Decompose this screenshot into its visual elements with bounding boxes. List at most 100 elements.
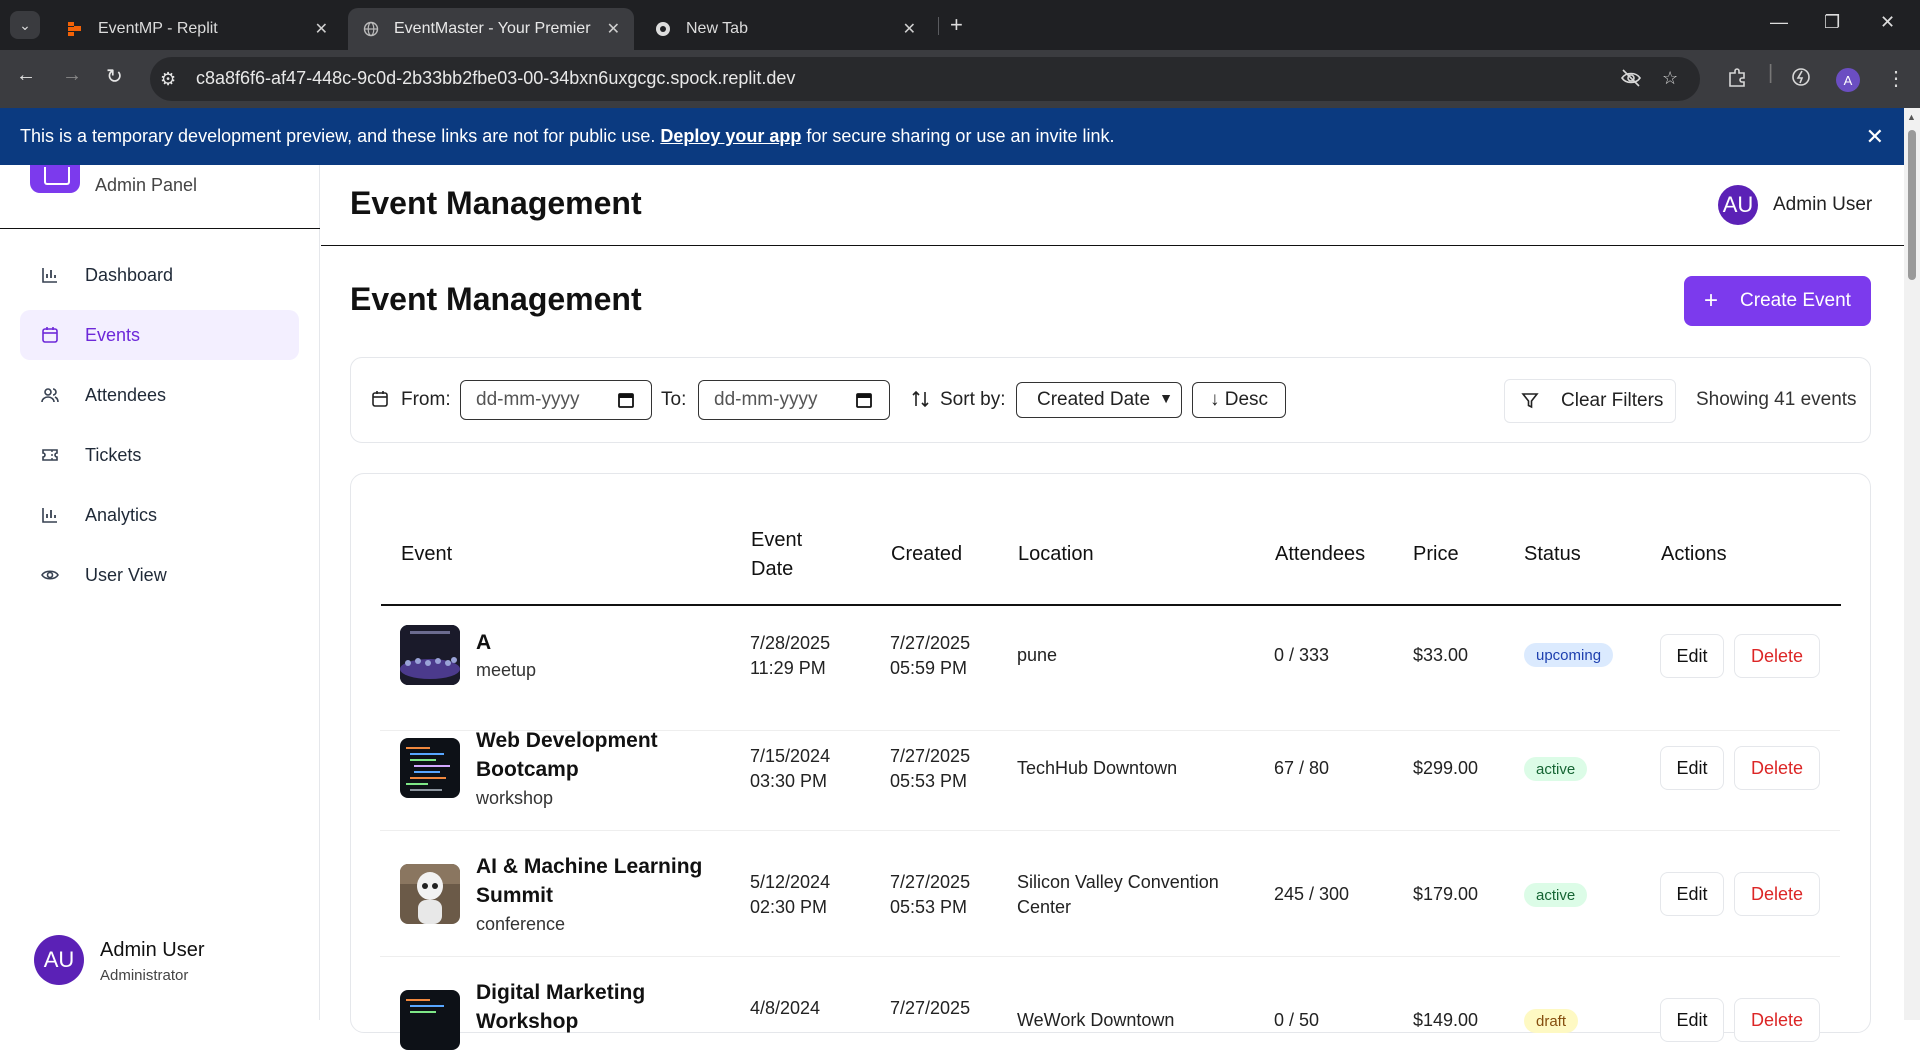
event-location: pune	[1017, 645, 1058, 665]
created-date-day: 7/27/2025	[890, 633, 971, 653]
scroll-thumb[interactable]	[1908, 130, 1916, 280]
event-attendees: 67 / 80	[1274, 758, 1330, 778]
clear-filters-button[interactable]: Clear Filters	[1504, 379, 1676, 423]
event-name[interactable]: Web Development Bootcamp	[476, 726, 716, 784]
close-banner-icon[interactable]: ✕	[1866, 124, 1884, 150]
sidebar-item-analytics[interactable]: Analytics	[20, 490, 299, 540]
chrome-icon	[654, 20, 672, 38]
sidebar-item-label: User View	[85, 564, 167, 585]
event-attendees: 245 / 300	[1274, 884, 1350, 904]
create-event-label: Create Event	[1740, 290, 1851, 311]
eye-off-icon[interactable]	[1620, 68, 1642, 93]
edit-button[interactable]: Edit	[1660, 872, 1724, 916]
sidebar-item-label: Attendees	[85, 384, 167, 405]
close-tab-icon[interactable]: ✕	[903, 19, 916, 39]
browser-menu-icon[interactable]: ⋮	[1886, 66, 1906, 91]
column-header-price: Price	[1413, 543, 1459, 565]
created-date-time: 05:59 PM	[890, 658, 968, 678]
globe-icon	[362, 20, 380, 38]
bookmark-star-icon[interactable]: ☆	[1662, 68, 1678, 89]
sidebar-subtitle: Admin Panel	[95, 175, 198, 195]
delete-button[interactable]: Delete	[1734, 746, 1820, 790]
event-name-line: AI & Machine Learning	[476, 855, 703, 878]
event-date: 5/12/2024 02:30 PM	[750, 870, 830, 920]
close-tab-icon[interactable]: ✕	[607, 19, 620, 39]
sidebar-item-events[interactable]: Events	[20, 310, 299, 360]
from-date-placeholder: dd-mm-yyyy	[476, 389, 580, 410]
calendar-picker-icon[interactable]	[855, 391, 873, 415]
column-header-actions: Actions	[1661, 543, 1727, 565]
calendar-picker-icon[interactable]	[617, 391, 635, 415]
event-attendees: 0 / 50	[1274, 1010, 1320, 1030]
delete-button[interactable]: Delete	[1734, 872, 1820, 916]
reload-icon[interactable]: ↻	[106, 64, 123, 89]
event-name[interactable]: Digital Marketing Workshop	[476, 978, 716, 1036]
header-user-name: Admin User	[1773, 194, 1873, 215]
status-badge: upcoming	[1524, 643, 1614, 667]
scroll-up-icon[interactable]: ▲	[1907, 112, 1916, 122]
window-close-icon[interactable]: ✕	[1880, 12, 1895, 33]
restore-icon[interactable]: ❐	[1824, 12, 1840, 33]
page-title: Event Management	[350, 185, 642, 221]
site-info-icon[interactable]: ⚙	[160, 69, 176, 90]
forward-icon[interactable]: →	[62, 64, 82, 87]
edit-button[interactable]: Edit	[1660, 634, 1724, 678]
event-date-day: 7/15/2024	[750, 746, 831, 766]
event-location-line: Silicon Valley Convention	[1017, 872, 1219, 892]
sidebar-divider	[0, 228, 320, 229]
sidebar-item-dashboard[interactable]: Dashboard	[20, 250, 299, 300]
avatar: AU	[34, 935, 84, 985]
sidebar-item-user-view[interactable]: User View	[20, 550, 299, 600]
events-count: Showing 41 events	[1696, 389, 1857, 410]
banner-text-after: for secure sharing or use an invite link…	[806, 126, 1115, 146]
sidebar-item-tickets[interactable]: Tickets	[20, 430, 299, 480]
edit-button[interactable]: Edit	[1660, 746, 1724, 790]
dev-preview-banner: This is a temporary development preview,…	[0, 108, 1904, 165]
url-text[interactable]: c8a8f6f6-af47-448c-9c0d-2b33bb2fbe03-00-…	[196, 68, 795, 89]
event-price: $179.00	[1413, 884, 1479, 904]
tab-title: EventMaster - Your Premier Eve	[394, 20, 595, 37]
close-tab-icon[interactable]: ✕	[315, 19, 328, 39]
from-date-input[interactable]: dd-mm-yyyy	[460, 380, 652, 420]
replit-favicon-icon	[66, 20, 84, 38]
section-title: Event Management	[350, 281, 642, 317]
header-user[interactable]: AU Admin User	[1718, 185, 1872, 225]
event-date-day: 5/12/2024	[750, 872, 831, 892]
event-category: conference	[476, 914, 566, 934]
tab-search-icon[interactable]: ⌄	[10, 11, 40, 39]
delete-button[interactable]: Delete	[1734, 634, 1820, 678]
browser-tab-newtab[interactable]: New Tab ✕	[640, 8, 930, 50]
event-name[interactable]: A	[476, 628, 716, 657]
extensions-icon[interactable]	[1726, 66, 1748, 94]
browser-tab-replit[interactable]: EventMP - Replit ✕	[52, 8, 342, 50]
column-header-text: Event	[751, 529, 803, 551]
event-name[interactable]: AI & Machine Learning Summit	[476, 852, 716, 910]
sidebar-item-label: Tickets	[85, 444, 142, 465]
created-date-day: 7/27/2025	[890, 746, 971, 766]
page-scrollbar[interactable]: ▲	[1904, 108, 1920, 1020]
new-tab-icon[interactable]: +	[950, 12, 963, 38]
plus-icon: +	[1704, 287, 1719, 314]
edit-button[interactable]: Edit	[1660, 998, 1724, 1042]
event-name-line: Summit	[476, 884, 554, 907]
sidebar-item-attendees[interactable]: Attendees	[20, 370, 299, 420]
sidebar-item-label: Events	[85, 324, 141, 345]
performance-icon[interactable]	[1790, 66, 1812, 94]
to-date-input[interactable]: dd-mm-yyyy	[698, 380, 890, 420]
sort-order-button[interactable]: ↓ Desc	[1192, 382, 1286, 418]
sidebar-user-name: Admin User	[100, 939, 205, 961]
create-event-button[interactable]: + Create Event	[1684, 276, 1871, 326]
column-header-location: Location	[1018, 543, 1094, 565]
back-icon[interactable]: ←	[16, 64, 36, 87]
minimize-icon[interactable]: —	[1770, 12, 1788, 33]
sort-select[interactable]: Created Date ▼	[1016, 382, 1182, 418]
profile-avatar[interactable]: A	[1836, 68, 1860, 92]
status-badge: active	[1524, 757, 1588, 781]
app-logo-icon	[30, 165, 80, 193]
delete-button[interactable]: Delete	[1734, 998, 1820, 1042]
top-header: Event Management AU Admin User	[321, 165, 1904, 246]
browser-tab-eventmaster[interactable]: EventMaster - Your Premier Eve ✕	[348, 8, 634, 50]
tab-title: New Tab	[686, 20, 748, 37]
deploy-app-link[interactable]: Deploy your app	[660, 126, 801, 147]
event-date: 4/8/2024	[750, 998, 821, 1018]
